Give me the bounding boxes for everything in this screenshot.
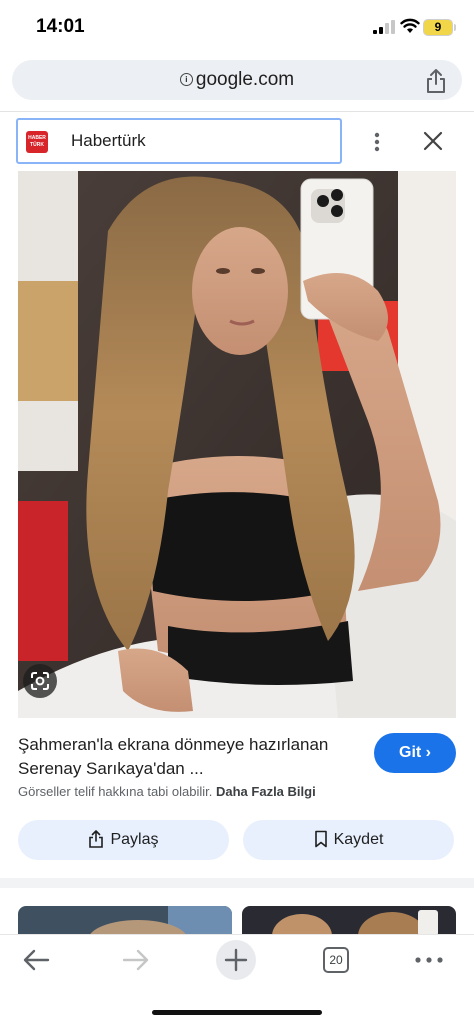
battery-indicator: 9 [423, 19, 453, 36]
forward-arrow-icon[interactable] [122, 948, 150, 972]
new-tab-button[interactable] [216, 940, 256, 980]
header-divider [0, 111, 474, 112]
section-separator [0, 878, 474, 888]
home-indicator [152, 1010, 322, 1015]
url-display[interactable]: i google.com [12, 60, 462, 100]
result-title[interactable]: Şahmeran'la ekrana dönmeye hazırlanan Se… [18, 733, 348, 781]
more-info-link[interactable]: Daha Fazla Bilgi [216, 784, 316, 799]
site-info-icon[interactable]: i [179, 73, 193, 86]
chevron-right-icon: › [425, 744, 431, 761]
share-icon[interactable] [424, 68, 448, 94]
lens-icon [31, 672, 49, 690]
share-button[interactable]: Paylaş [18, 820, 229, 860]
result-image[interactable] [18, 171, 456, 718]
save-label: Kaydet [333, 831, 384, 848]
status-time: 14:01 [36, 16, 85, 37]
related-image-2-art [242, 906, 456, 936]
related-image-1-art [18, 906, 232, 936]
more-vertical-icon[interactable] [370, 130, 384, 154]
plus-icon [224, 948, 248, 972]
share-icon [89, 830, 104, 848]
battery-nub [454, 24, 456, 31]
cellular-signal-icon [373, 20, 395, 34]
go-label: Git [399, 744, 422, 761]
url-text: google.com [195, 69, 295, 90]
photo-illustration [18, 171, 456, 718]
tab-switcher-button[interactable]: 20 [323, 947, 349, 973]
go-button[interactable]: Git › [374, 733, 456, 773]
source-link[interactable] [16, 118, 342, 164]
bookmark-icon [314, 830, 327, 848]
wifi-icon [400, 18, 420, 33]
source-logo: HABER TÜRK [26, 131, 48, 153]
share-label: Paylaş [110, 831, 159, 848]
copyright-notice: Görseller telif hakkına tabi olabilir. D… [18, 784, 316, 799]
source-name[interactable]: Habertürk [71, 131, 146, 151]
copyright-text: Görseller telif hakkına tabi olabilir. [18, 784, 213, 799]
back-arrow-icon[interactable] [22, 948, 50, 972]
related-image-2[interactable] [242, 906, 456, 936]
more-horizontal-icon[interactable] [414, 956, 444, 964]
address-bar[interactable]: i google.com [12, 60, 462, 100]
related-image-1[interactable] [18, 906, 232, 936]
lens-search-button[interactable] [23, 664, 57, 698]
close-icon[interactable] [422, 130, 444, 152]
save-button[interactable]: Kaydet [243, 820, 454, 860]
